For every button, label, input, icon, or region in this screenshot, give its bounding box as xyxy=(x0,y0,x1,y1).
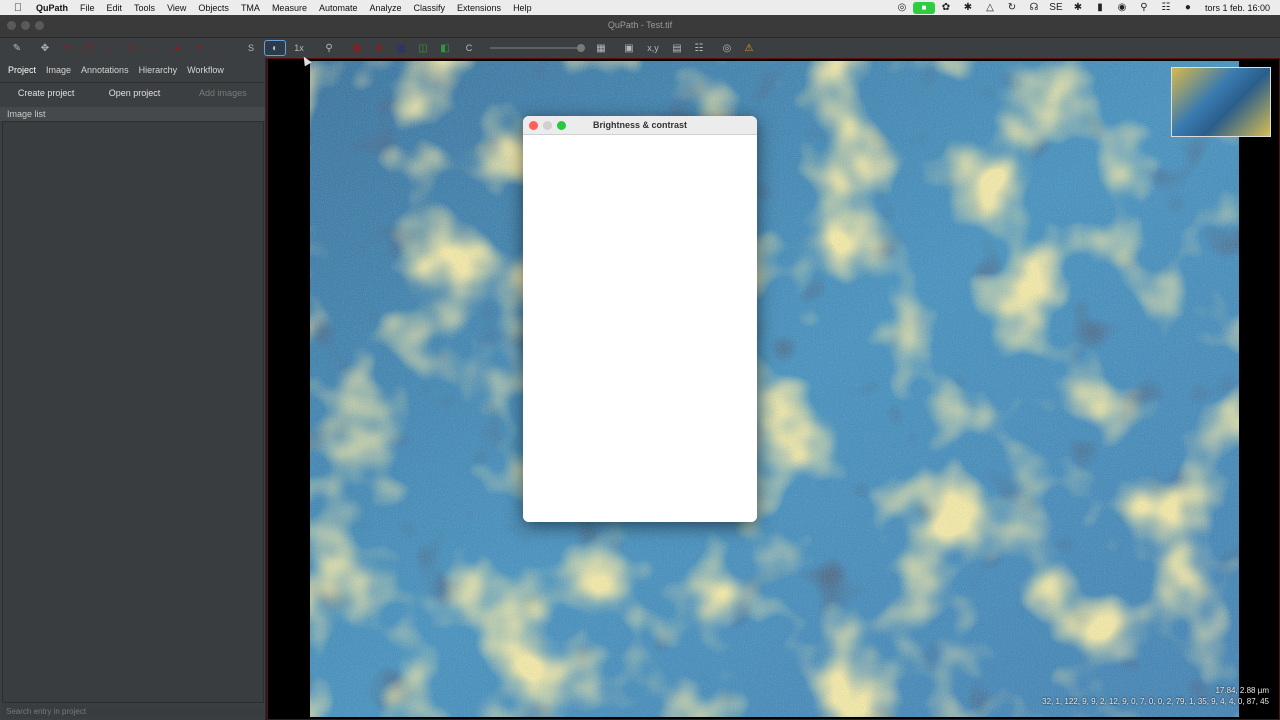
pixel-classifier-icon[interactable]: ◎ xyxy=(716,40,738,56)
rectangle-tool-icon[interactable]: ▭ xyxy=(56,40,78,56)
move-tool-icon[interactable]: ✥ xyxy=(34,40,56,56)
fill-detections-icon[interactable]: ◧ xyxy=(434,40,456,56)
show-connections-button[interactable]: C xyxy=(456,40,482,56)
log-viewer-icon[interactable]: ⚠ xyxy=(738,40,760,56)
show-overview-icon[interactable]: ▣ xyxy=(618,40,640,56)
zoom-level-indicator[interactable]: 1x xyxy=(286,40,312,56)
headphones-icon[interactable]: ☊ xyxy=(1023,0,1045,15)
screen-recording-icon[interactable]: ■ xyxy=(912,1,935,14)
show-grid-icon[interactable]: ☷ xyxy=(688,40,710,56)
tab-hierarchy[interactable]: Hierarchy xyxy=(134,65,183,75)
create-project-button[interactable]: Create project xyxy=(4,84,88,102)
tab-annotations[interactable]: Annotations xyxy=(76,65,134,75)
menu-analyze[interactable]: Analyze xyxy=(363,3,407,13)
brush-tool-icon[interactable]: ● xyxy=(166,40,188,56)
wand-tool-icon[interactable]: ✦ xyxy=(188,40,210,56)
image-list-header: Image list xyxy=(0,107,265,121)
menubar-clock[interactable]: tors 1 feb. 16:00 xyxy=(1199,3,1280,13)
bluetooth-icon[interactable]: ✱ xyxy=(1067,0,1089,15)
show-annotations-icon[interactable]: ▣ xyxy=(346,40,368,56)
brightness-contrast-icon[interactable]: ◐ xyxy=(264,40,286,56)
analysis-tabs: Project Image Annotations Hierarchy Work… xyxy=(0,58,265,83)
macos-menubar:  QuPath File Edit Tools View Objects TM… xyxy=(0,0,1280,15)
menu-objects[interactable]: Objects xyxy=(192,3,235,13)
add-images-button[interactable]: Add images xyxy=(181,84,265,102)
menu-edit[interactable]: Edit xyxy=(101,3,129,13)
main-toolbar: ✎ ✥ ▭ ◯ ∕ ⬠ ∽ ● ✦ ⋯ S ◐ 1x ⚲ ▣ ■ ▦ ◫ ◧ C… xyxy=(0,38,1280,58)
menu-automate[interactable]: Automate xyxy=(313,3,364,13)
polygon-tool-icon[interactable]: ⬠ xyxy=(122,40,144,56)
opacity-slider-knob[interactable] xyxy=(577,44,585,52)
siri-icon[interactable]: ● xyxy=(1177,0,1199,15)
apple-icon[interactable]:  xyxy=(0,2,36,14)
analysis-panel: Project Image Annotations Hierarchy Work… xyxy=(0,58,266,720)
dialog-title: Brightness & contrast xyxy=(592,120,688,130)
opacity-slider[interactable] xyxy=(490,44,585,52)
measurement-table-icon[interactable]: ▦ xyxy=(590,40,612,56)
selection-mode-button[interactable]: S xyxy=(238,40,264,56)
points-tool-icon[interactable]: ⋯ xyxy=(210,40,232,56)
tissue-image xyxy=(310,61,1239,717)
window-titlebar: QuPath - Test.tif xyxy=(0,15,1280,38)
control-center-icon[interactable]: ☷ xyxy=(1155,0,1177,15)
overview-thumbnail[interactable] xyxy=(1171,67,1271,137)
spotlight-search-icon[interactable]: ⚲ xyxy=(1133,0,1155,15)
menu-extensions[interactable]: Extensions xyxy=(451,3,507,13)
fill-annotations-icon[interactable]: ■ xyxy=(368,40,390,56)
tab-project[interactable]: Project xyxy=(3,65,41,75)
window-title: QuPath - Test.tif xyxy=(607,20,673,30)
analysis-pane-toggle-icon[interactable]: ✎ xyxy=(6,40,28,56)
cursor-location-readout: 17.84, 2.88 µm 32, 1, 122, 9, 9, 2, 12, … xyxy=(1042,685,1269,707)
ellipse-tool-icon[interactable]: ◯ xyxy=(78,40,100,56)
brightness-contrast-dialog: Brightness & contrast xyxy=(523,116,757,522)
dialog-content xyxy=(523,135,757,522)
image-list[interactable] xyxy=(2,121,264,703)
open-project-button[interactable]: Open project xyxy=(92,84,176,102)
menu-classify[interactable]: Classify xyxy=(408,3,452,13)
screenshot-status-icon[interactable]: ◎ xyxy=(891,0,913,15)
menu-file[interactable]: File xyxy=(74,3,101,13)
show-tma-grid-icon[interactable]: ▦ xyxy=(390,40,412,56)
show-detections-icon[interactable]: ◫ xyxy=(412,40,434,56)
pixel-values-text: 32, 1, 122, 9, 9, 2, 12, 9, 0, 7, 0, 0, … xyxy=(1042,697,1269,706)
line-tool-icon[interactable]: ∕ xyxy=(100,40,122,56)
tab-workflow[interactable]: Workflow xyxy=(182,65,229,75)
menu-measure[interactable]: Measure xyxy=(266,3,313,13)
cursor-position-text: 17.84, 2.88 µm xyxy=(1215,686,1269,695)
zoom-to-fit-icon[interactable]: ⚲ xyxy=(318,40,340,56)
input-source-indicator[interactable]: SE xyxy=(1045,0,1067,15)
dropbox-status-icon[interactable]: ✿ xyxy=(935,0,957,15)
project-buttons: Create project Open project Add images xyxy=(0,83,265,103)
show-location-button[interactable]: x,y xyxy=(640,40,666,56)
menu-tools[interactable]: Tools xyxy=(128,3,161,13)
polyline-tool-icon[interactable]: ∽ xyxy=(144,40,166,56)
show-scalebar-icon[interactable]: ▤ xyxy=(666,40,688,56)
time-machine-icon[interactable]: ↻ xyxy=(1001,0,1023,15)
battery-icon[interactable]: ▮ xyxy=(1089,0,1111,15)
project-search-input[interactable]: Search entry in project xyxy=(2,705,264,718)
tab-image[interactable]: Image xyxy=(41,65,76,75)
settings-status-icon[interactable]: ✱ xyxy=(957,0,979,15)
wifi-icon[interactable]: ◉ xyxy=(1111,0,1133,15)
menu-tma[interactable]: TMA xyxy=(235,3,266,13)
menu-help[interactable]: Help xyxy=(507,3,538,13)
dialog-titlebar: Brightness & contrast xyxy=(523,116,757,135)
drive-status-icon[interactable]: △ xyxy=(979,0,1001,15)
app-menu[interactable]: QuPath xyxy=(36,3,74,13)
image-viewer[interactable]: 17.84, 2.88 µm 32, 1, 122, 9, 9, 2, 12, … xyxy=(267,58,1280,720)
menu-view[interactable]: View xyxy=(161,3,192,13)
